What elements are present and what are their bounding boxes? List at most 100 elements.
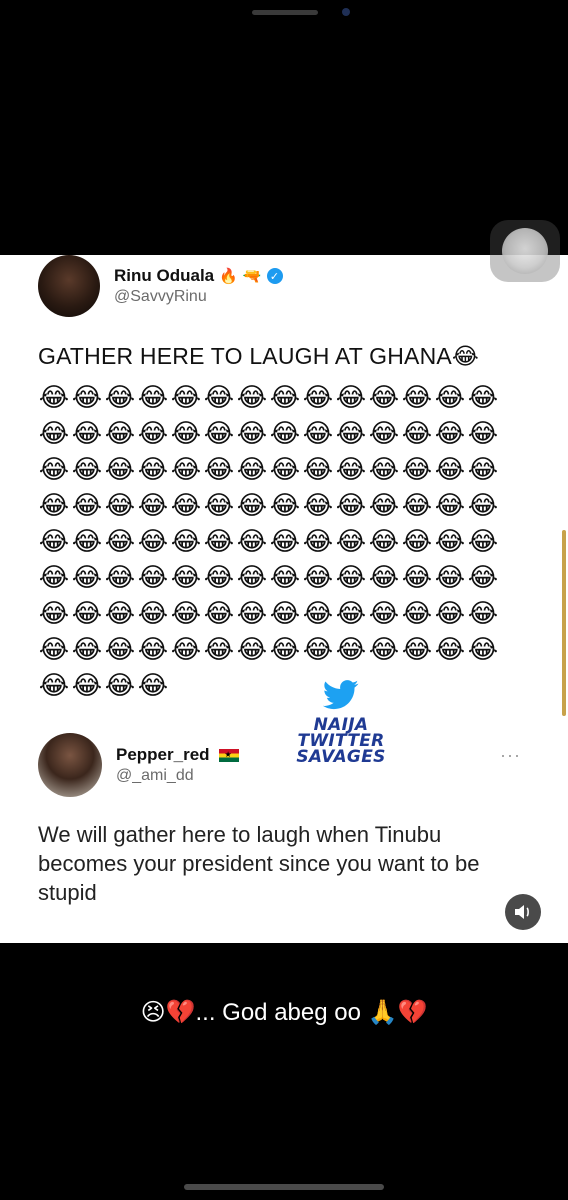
laughing-emoji: 😂 xyxy=(269,382,301,412)
verified-badge-icon: ✓ xyxy=(266,268,283,284)
laughing-emoji: 😂 xyxy=(467,382,499,412)
scroll-indicator[interactable] xyxy=(562,530,566,716)
laughing-emoji: 😂 xyxy=(137,382,169,412)
laughing-emoji: 😂 xyxy=(71,634,103,664)
laughing-emoji: 😂 xyxy=(302,634,334,664)
laughing-emoji: 😂 xyxy=(236,562,268,592)
laughing-emoji: 😂 xyxy=(467,598,499,628)
reply-text: We will gather here to laugh when Tinubu… xyxy=(38,822,480,905)
laughing-emoji: 😂 xyxy=(269,634,301,664)
laughing-emoji: 😂 xyxy=(401,562,433,592)
laughing-emoji: 😂 xyxy=(368,526,400,556)
author-handle[interactable]: @SavvyRinu xyxy=(114,288,283,306)
laughing-emoji: 😂 xyxy=(335,598,367,628)
author-names: Rinu Oduala 🔥 🔫 ✓ @SavvyRinu xyxy=(114,266,283,306)
reply-avatar[interactable] xyxy=(38,733,102,797)
laughing-emoji: 😂 xyxy=(434,562,466,592)
more-options-icon[interactable]: ··· xyxy=(500,745,521,766)
laughing-emoji: 😂 xyxy=(368,454,400,484)
ghana-flag-icon xyxy=(218,748,239,762)
reply-author-handle[interactable]: @_ami_dd xyxy=(116,767,239,785)
laughing-emoji: 😂 xyxy=(71,670,103,700)
laughing-emoji: 😂 xyxy=(137,562,169,592)
laughing-emoji: 😂 xyxy=(236,454,268,484)
laughing-emoji: 😂 xyxy=(38,454,70,484)
watermark-logo: NAIJA TWITTER SAVAGES xyxy=(286,680,396,767)
laughing-emoji: 😂 xyxy=(236,490,268,520)
laughing-emoji: 😂 xyxy=(368,490,400,520)
laughing-emoji: 😂 xyxy=(104,418,136,448)
laughing-emoji: 😂 xyxy=(38,382,70,412)
laughing-emoji: 😂 xyxy=(335,526,367,556)
laughing-emoji: 😂 xyxy=(104,634,136,664)
laughing-emoji: 😂 xyxy=(71,418,103,448)
laughing-emoji: 😂 xyxy=(38,490,70,520)
author-display-name[interactable]: Rinu Oduala xyxy=(114,266,214,286)
speaker-icon xyxy=(515,905,529,919)
laughing-emoji: 😂 xyxy=(137,454,169,484)
laughing-emoji: 😂 xyxy=(302,418,334,448)
laughing-emoji: 😂 xyxy=(335,634,367,664)
laughing-emoji: 😂 xyxy=(38,418,70,448)
laughing-emoji: 😂 xyxy=(269,598,301,628)
sound-button[interactable] xyxy=(505,894,541,930)
laughing-emoji: 😂 xyxy=(236,382,268,412)
reply-author-names: Pepper_red @_ami_dd xyxy=(116,745,239,785)
laughing-emoji: 😂 xyxy=(401,418,433,448)
laughing-emoji: 😂 xyxy=(302,526,334,556)
laughing-emoji: 😂 xyxy=(269,454,301,484)
laughing-emoji: 😂 xyxy=(467,562,499,592)
laughing-emoji: 😂 xyxy=(203,382,235,412)
laughing-emoji: 😂 xyxy=(434,634,466,664)
fire-icon: 🔥 xyxy=(219,268,238,285)
laughing-emoji: 😂 xyxy=(269,418,301,448)
laughing-emoji: 😂 xyxy=(170,526,202,556)
laughing-emoji: 😂 xyxy=(335,454,367,484)
laughing-emoji: 😂 xyxy=(203,598,235,628)
laughing-emoji: 😂 xyxy=(137,670,169,700)
laughing-emoji: 😂 xyxy=(302,598,334,628)
laughing-emoji: 😂 xyxy=(269,526,301,556)
laughing-emoji: 😂 xyxy=(434,598,466,628)
watermark-line-3: SAVAGES xyxy=(296,747,386,767)
name-row: Rinu Oduala 🔥 🔫 ✓ xyxy=(114,266,283,286)
top-status-indicator xyxy=(252,10,318,15)
laughing-emoji: 😂 xyxy=(467,490,499,520)
assistive-touch-icon xyxy=(502,228,548,274)
laughing-emoji: 😂 xyxy=(401,454,433,484)
laughing-emoji: 😂 xyxy=(236,526,268,556)
laughing-emoji: 😂 xyxy=(203,526,235,556)
laughing-emoji: 😂 xyxy=(38,598,70,628)
laughing-emoji: 😂 xyxy=(170,634,202,664)
laughing-emoji: 😂 xyxy=(401,526,433,556)
laughing-emoji: 😂 xyxy=(434,418,466,448)
tweet-header: Rinu Oduala 🔥 🔫 ✓ @SavvyRinu xyxy=(38,255,283,317)
laughing-emoji: 😂 xyxy=(467,454,499,484)
laugh-emoji-grid: 😂 😂 😂 😂 😂 😂 😂 😂 😂 😂 😂 😂 😂 😂 😂 😂 😂 😂 😂 😂 😂 😂 😂 😂 😂 😂 😂 😂 😂 😂 😂 😂 😂 😂 😂 😂 😂 😂 😂 😂… xyxy=(38,381,508,701)
laughing-emoji: 😂 xyxy=(236,418,268,448)
reply-author-display-name[interactable]: Pepper_red xyxy=(116,745,210,765)
avatar[interactable] xyxy=(38,255,100,317)
post-caption: 😣💔... God abeg oo 🙏💔 xyxy=(140,999,428,1026)
laughing-emoji: 😂 xyxy=(170,562,202,592)
home-indicator[interactable] xyxy=(184,1184,384,1190)
water-gun-icon: 🔫 xyxy=(242,268,262,285)
laughing-emoji: 😂 xyxy=(335,562,367,592)
laughing-emoji: 😂 xyxy=(170,454,202,484)
laughing-emoji: 😂 xyxy=(137,634,169,664)
laughing-emoji: 😂 xyxy=(104,598,136,628)
laughing-emoji: 😂 xyxy=(368,562,400,592)
laughing-emoji: 😂 xyxy=(467,526,499,556)
laughing-emoji: 😂 xyxy=(302,382,334,412)
laughing-emoji: 😂 xyxy=(401,490,433,520)
laughing-emoji: 😂 xyxy=(434,526,466,556)
laughing-emoji: 😂 xyxy=(302,490,334,520)
laughing-emoji: 😂 xyxy=(104,382,136,412)
laughing-emoji: 😂 xyxy=(71,454,103,484)
laughing-emoji: 😂 xyxy=(71,382,103,412)
laughing-emoji: 😂 xyxy=(236,634,268,664)
laughing-emoji: 😂 xyxy=(434,382,466,412)
assistive-touch-button[interactable] xyxy=(490,220,560,282)
laughing-emoji: 😂 xyxy=(269,562,301,592)
laughing-emoji: 😂 xyxy=(434,454,466,484)
